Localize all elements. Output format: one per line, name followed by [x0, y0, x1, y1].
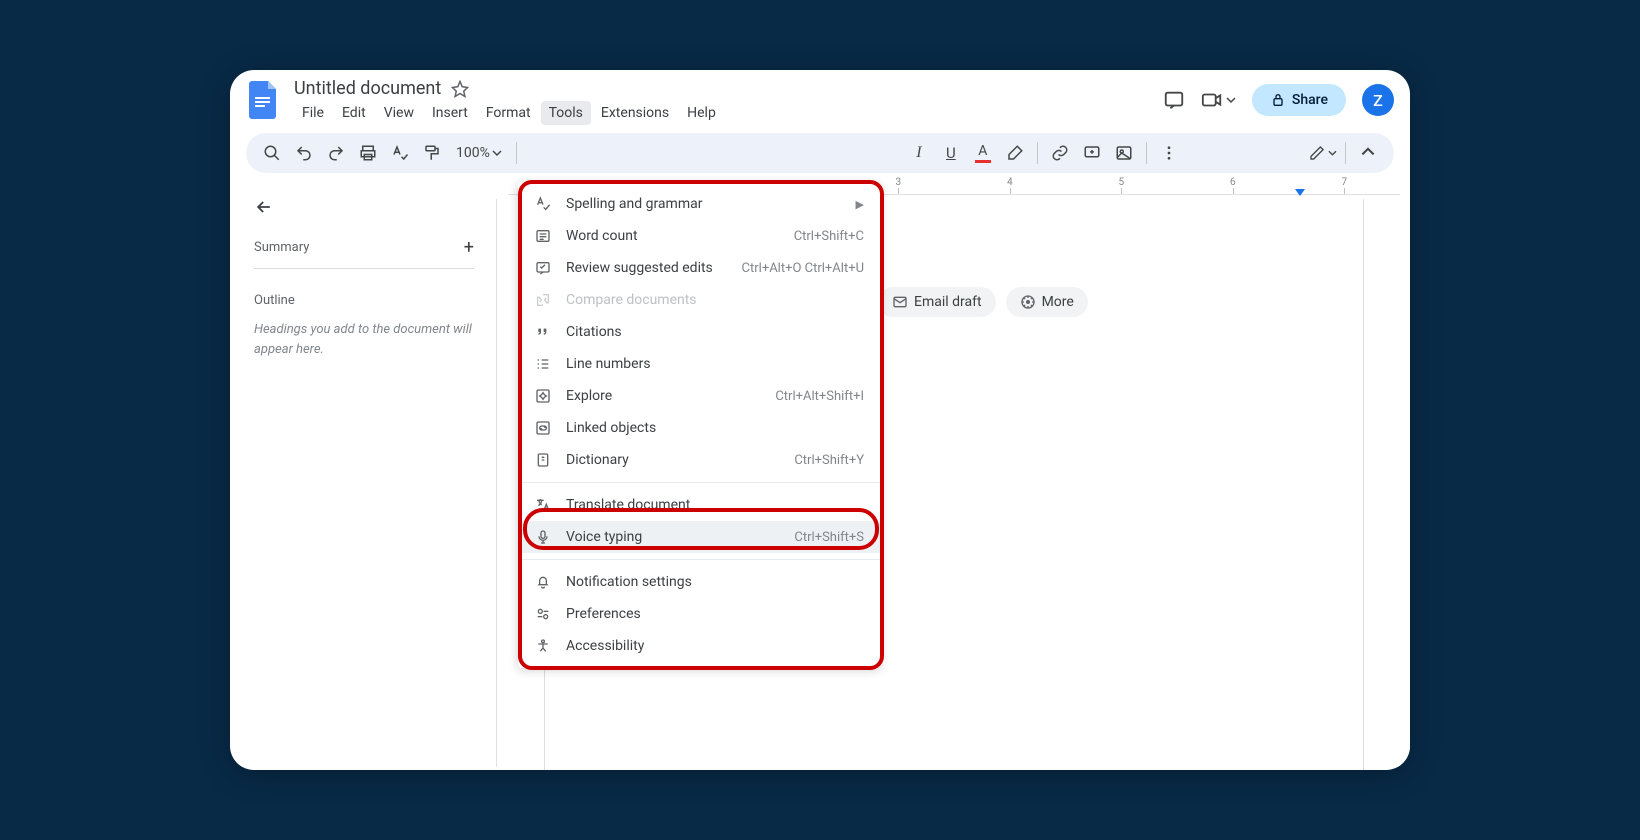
toolbar-separator — [1037, 142, 1038, 164]
menu-item-line-numbers[interactable]: Line numbers — [518, 348, 880, 380]
linenumbers-icon — [534, 355, 552, 373]
translate-icon — [534, 496, 552, 514]
menu-insert[interactable]: Insert — [424, 101, 476, 125]
menu-help[interactable]: Help — [679, 101, 724, 125]
redo-icon[interactable] — [322, 139, 350, 167]
prefs-icon — [534, 605, 552, 623]
vertical-ruler — [483, 199, 497, 767]
menu-item-citations[interactable]: Citations — [518, 316, 880, 348]
menu-item-word-count[interactable]: Word countCtrl+Shift+C — [518, 220, 880, 252]
header: Untitled document FileEditViewInsertForm… — [230, 70, 1410, 125]
menu-item-explore[interactable]: ExploreCtrl+Alt+Shift+I — [518, 380, 880, 412]
more-chip[interactable]: More — [1006, 287, 1088, 317]
header-right: Share Z — [1163, 78, 1394, 116]
menubar: FileEditViewInsertFormatToolsExtensionsH… — [294, 101, 1151, 125]
collapse-icon[interactable] — [1354, 139, 1382, 167]
paint-format-icon[interactable] — [418, 139, 446, 167]
app-window: Untitled document FileEditViewInsertForm… — [230, 70, 1410, 770]
title-area: Untitled document FileEditViewInsertForm… — [294, 78, 1151, 125]
toolbar: 100% I U A — [246, 133, 1394, 173]
comment-history-icon[interactable] — [1163, 89, 1185, 111]
menu-item-translate-document[interactable]: Translate document — [518, 489, 880, 521]
menu-item-compare-documents: Compare documents — [518, 284, 880, 316]
review-icon — [534, 259, 552, 277]
email-draft-chip[interactable]: Email draft — [878, 287, 996, 317]
explore-icon — [534, 387, 552, 405]
add-summary-icon[interactable]: + — [464, 237, 474, 258]
share-button[interactable]: Share — [1252, 84, 1346, 116]
document-title[interactable]: Untitled document — [294, 78, 441, 99]
meet-icon[interactable] — [1201, 89, 1236, 111]
menu-item-linked-objects[interactable]: Linked objects — [518, 412, 880, 444]
link-icon[interactable] — [1046, 139, 1074, 167]
menu-extensions[interactable]: Extensions — [593, 101, 677, 125]
docs-logo-icon[interactable] — [246, 82, 282, 118]
menu-item-notification-settings[interactable]: Notification settings — [518, 566, 880, 598]
avatar[interactable]: Z — [1362, 84, 1394, 116]
star-icon[interactable] — [451, 80, 469, 98]
citations-icon — [534, 323, 552, 341]
zoom-select[interactable]: 100% — [450, 145, 508, 161]
a11y-icon — [534, 637, 552, 655]
wordcount-icon — [534, 227, 552, 245]
search-icon[interactable] — [258, 139, 286, 167]
outline-label: Outline — [254, 293, 474, 308]
add-comment-icon[interactable] — [1078, 139, 1106, 167]
menu-item-voice-typing[interactable]: Voice typingCtrl+Shift+S — [518, 521, 880, 553]
editing-mode-icon[interactable] — [1309, 139, 1337, 167]
outline-hint: Headings you add to the document will ap… — [254, 320, 474, 359]
menu-edit[interactable]: Edit — [334, 101, 374, 125]
dictionary-icon — [534, 451, 552, 469]
chevron-right-icon: ▶ — [856, 198, 864, 211]
tools-menu-popup: Spelling and grammar▶Word countCtrl+Shif… — [518, 182, 880, 668]
linked-icon — [534, 419, 552, 437]
toolbar-separator — [1146, 142, 1147, 164]
menu-file[interactable]: File — [294, 101, 332, 125]
spellcheck-icon — [534, 195, 552, 213]
summary-row: Summary + — [254, 237, 474, 269]
bell-icon — [534, 573, 552, 591]
highlight-icon[interactable] — [1001, 139, 1029, 167]
menu-format[interactable]: Format — [478, 101, 539, 125]
share-label: Share — [1292, 92, 1328, 108]
text-color-icon[interactable]: A — [969, 139, 997, 167]
underline-icon[interactable]: U — [937, 139, 965, 167]
menu-separator — [518, 482, 880, 483]
toolbar-separator — [516, 142, 517, 164]
outline-sidebar: Summary + Outline Headings you add to th… — [230, 177, 498, 767]
smart-chips: Email draft More — [878, 287, 1088, 317]
menu-item-dictionary[interactable]: DictionaryCtrl+Shift+Y — [518, 444, 880, 476]
toolbar-separator — [1345, 142, 1346, 164]
voice-icon — [534, 528, 552, 546]
more-icon[interactable] — [1155, 139, 1183, 167]
undo-icon[interactable] — [290, 139, 318, 167]
margin-marker-icon[interactable] — [1295, 189, 1305, 196]
menu-item-spelling-and-grammar[interactable]: Spelling and grammar▶ — [518, 188, 880, 220]
compare-icon — [534, 291, 552, 309]
italic-icon[interactable]: I — [905, 139, 933, 167]
menu-item-review-suggested-edits[interactable]: Review suggested editsCtrl+Alt+O Ctrl+Al… — [518, 252, 880, 284]
insert-image-icon[interactable] — [1110, 139, 1138, 167]
menu-separator — [518, 559, 880, 560]
print-icon[interactable] — [354, 139, 382, 167]
menu-view[interactable]: View — [376, 101, 422, 125]
menu-item-accessibility[interactable]: Accessibility — [518, 630, 880, 662]
menu-tools[interactable]: Tools — [541, 101, 591, 125]
back-arrow-icon[interactable] — [254, 197, 474, 217]
menu-item-preferences[interactable]: Preferences — [518, 598, 880, 630]
summary-label: Summary — [254, 240, 309, 255]
spellcheck-icon[interactable] — [386, 139, 414, 167]
